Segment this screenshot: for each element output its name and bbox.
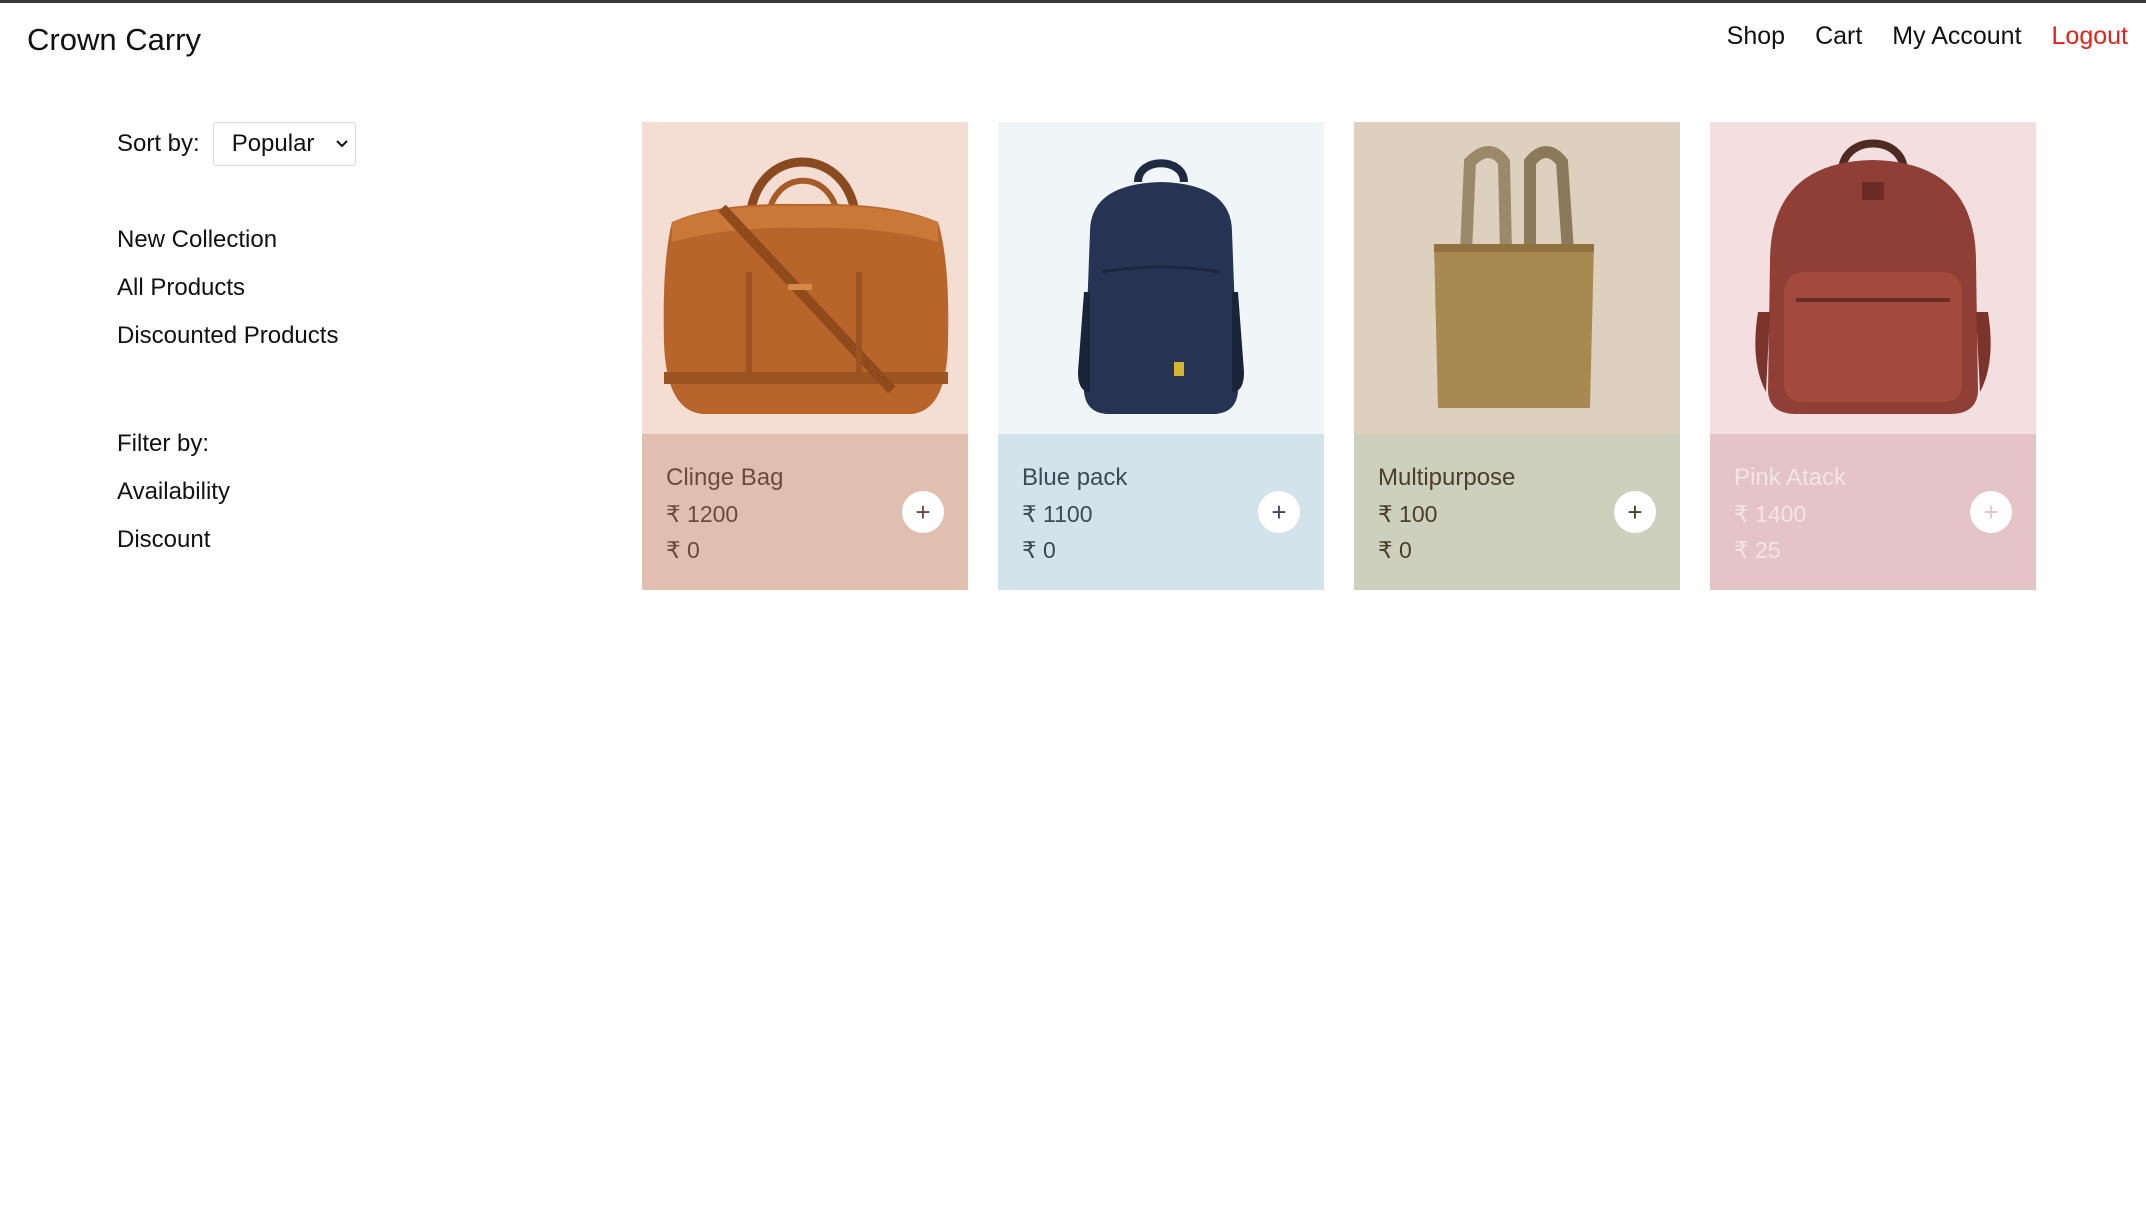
product-image-area: [1710, 122, 2036, 434]
filter-discount[interactable]: Discount: [117, 516, 537, 564]
product-info: Pink Atack ₹ 1400 ₹ 25 +: [1710, 434, 2036, 590]
product-card[interactable]: Multipurpose ₹ 100 ₹ 0 +: [1354, 122, 1680, 590]
sort-row: Sort by: Popular: [117, 122, 537, 166]
product-name: Blue pack: [1022, 464, 1128, 491]
product-name: Pink Atack: [1734, 464, 1847, 491]
add-to-cart-button[interactable]: +: [902, 491, 944, 533]
product-discount: ₹ 0: [666, 537, 700, 563]
product-name: Clinge Bag: [666, 464, 784, 491]
chevron-down-icon: [335, 140, 348, 148]
product-discount: ₹ 25: [1734, 537, 1781, 563]
nav-logout[interactable]: Logout: [2052, 22, 2128, 51]
add-to-cart-button[interactable]: +: [1614, 491, 1656, 533]
filter-title: Filter by:: [117, 430, 210, 457]
filter-availability[interactable]: Availability: [117, 468, 537, 516]
add-to-cart-button[interactable]: +: [1970, 491, 2012, 533]
nav-cart[interactable]: Cart: [1815, 22, 1862, 51]
blue-backpack-image: [1078, 159, 1244, 414]
plus-icon: +: [915, 497, 931, 527]
product-card[interactable]: Pink Atack ₹ 1400 ₹ 25 +: [1710, 122, 2036, 590]
product-discount: ₹ 0: [1022, 537, 1056, 563]
product-card[interactable]: Clinge Bag ₹ 1200 ₹ 0 +: [642, 122, 968, 590]
nav-my-account[interactable]: My Account: [1892, 22, 2021, 51]
main-nav: Shop Cart My Account Logout: [1727, 22, 2128, 51]
tote-bag-image: [1434, 146, 1594, 408]
product-image-area: [998, 122, 1324, 434]
header: Crown Carry Shop Cart My Account Logout: [0, 0, 2146, 80]
plus-icon: +: [1983, 497, 1999, 527]
add-to-cart-button[interactable]: +: [1258, 491, 1300, 533]
product-image-area: [1354, 122, 1680, 434]
duffle-bag-image: [663, 157, 949, 414]
product-card[interactable]: Blue pack ₹ 1100 ₹ 0 +: [998, 122, 1324, 590]
product-info: Clinge Bag ₹ 1200 ₹ 0 +: [642, 434, 968, 590]
menu-all-products[interactable]: All Products: [117, 264, 537, 312]
collection-menu: New Collection All Products Discounted P…: [117, 216, 537, 360]
menu-discounted-products[interactable]: Discounted Products: [117, 312, 537, 360]
plus-icon: +: [1271, 497, 1287, 527]
brand-logo[interactable]: Crown Carry: [27, 22, 201, 58]
nav-shop[interactable]: Shop: [1727, 22, 1785, 51]
product-info: Blue pack ₹ 1100 ₹ 0 +: [998, 434, 1324, 590]
sort-label: Sort by:: [117, 130, 200, 157]
sidebar: Sort by: Popular New Collection All Prod…: [117, 122, 537, 564]
product-discount: ₹ 0: [1378, 537, 1412, 563]
product-grid: Clinge Bag ₹ 1200 ₹ 0 + Blue pack ₹ 1100…: [642, 122, 2036, 590]
sort-select[interactable]: Popular: [212, 122, 356, 166]
product-image-area: [642, 122, 968, 434]
product-name: Multipurpose: [1378, 464, 1516, 491]
menu-new-collection[interactable]: New Collection: [117, 216, 537, 264]
sort-value: Popular: [231, 130, 315, 157]
plus-icon: +: [1627, 497, 1643, 527]
leather-backpack-image: [1755, 139, 1991, 414]
product-info: Multipurpose ₹ 100 ₹ 0 +: [1354, 434, 1680, 590]
